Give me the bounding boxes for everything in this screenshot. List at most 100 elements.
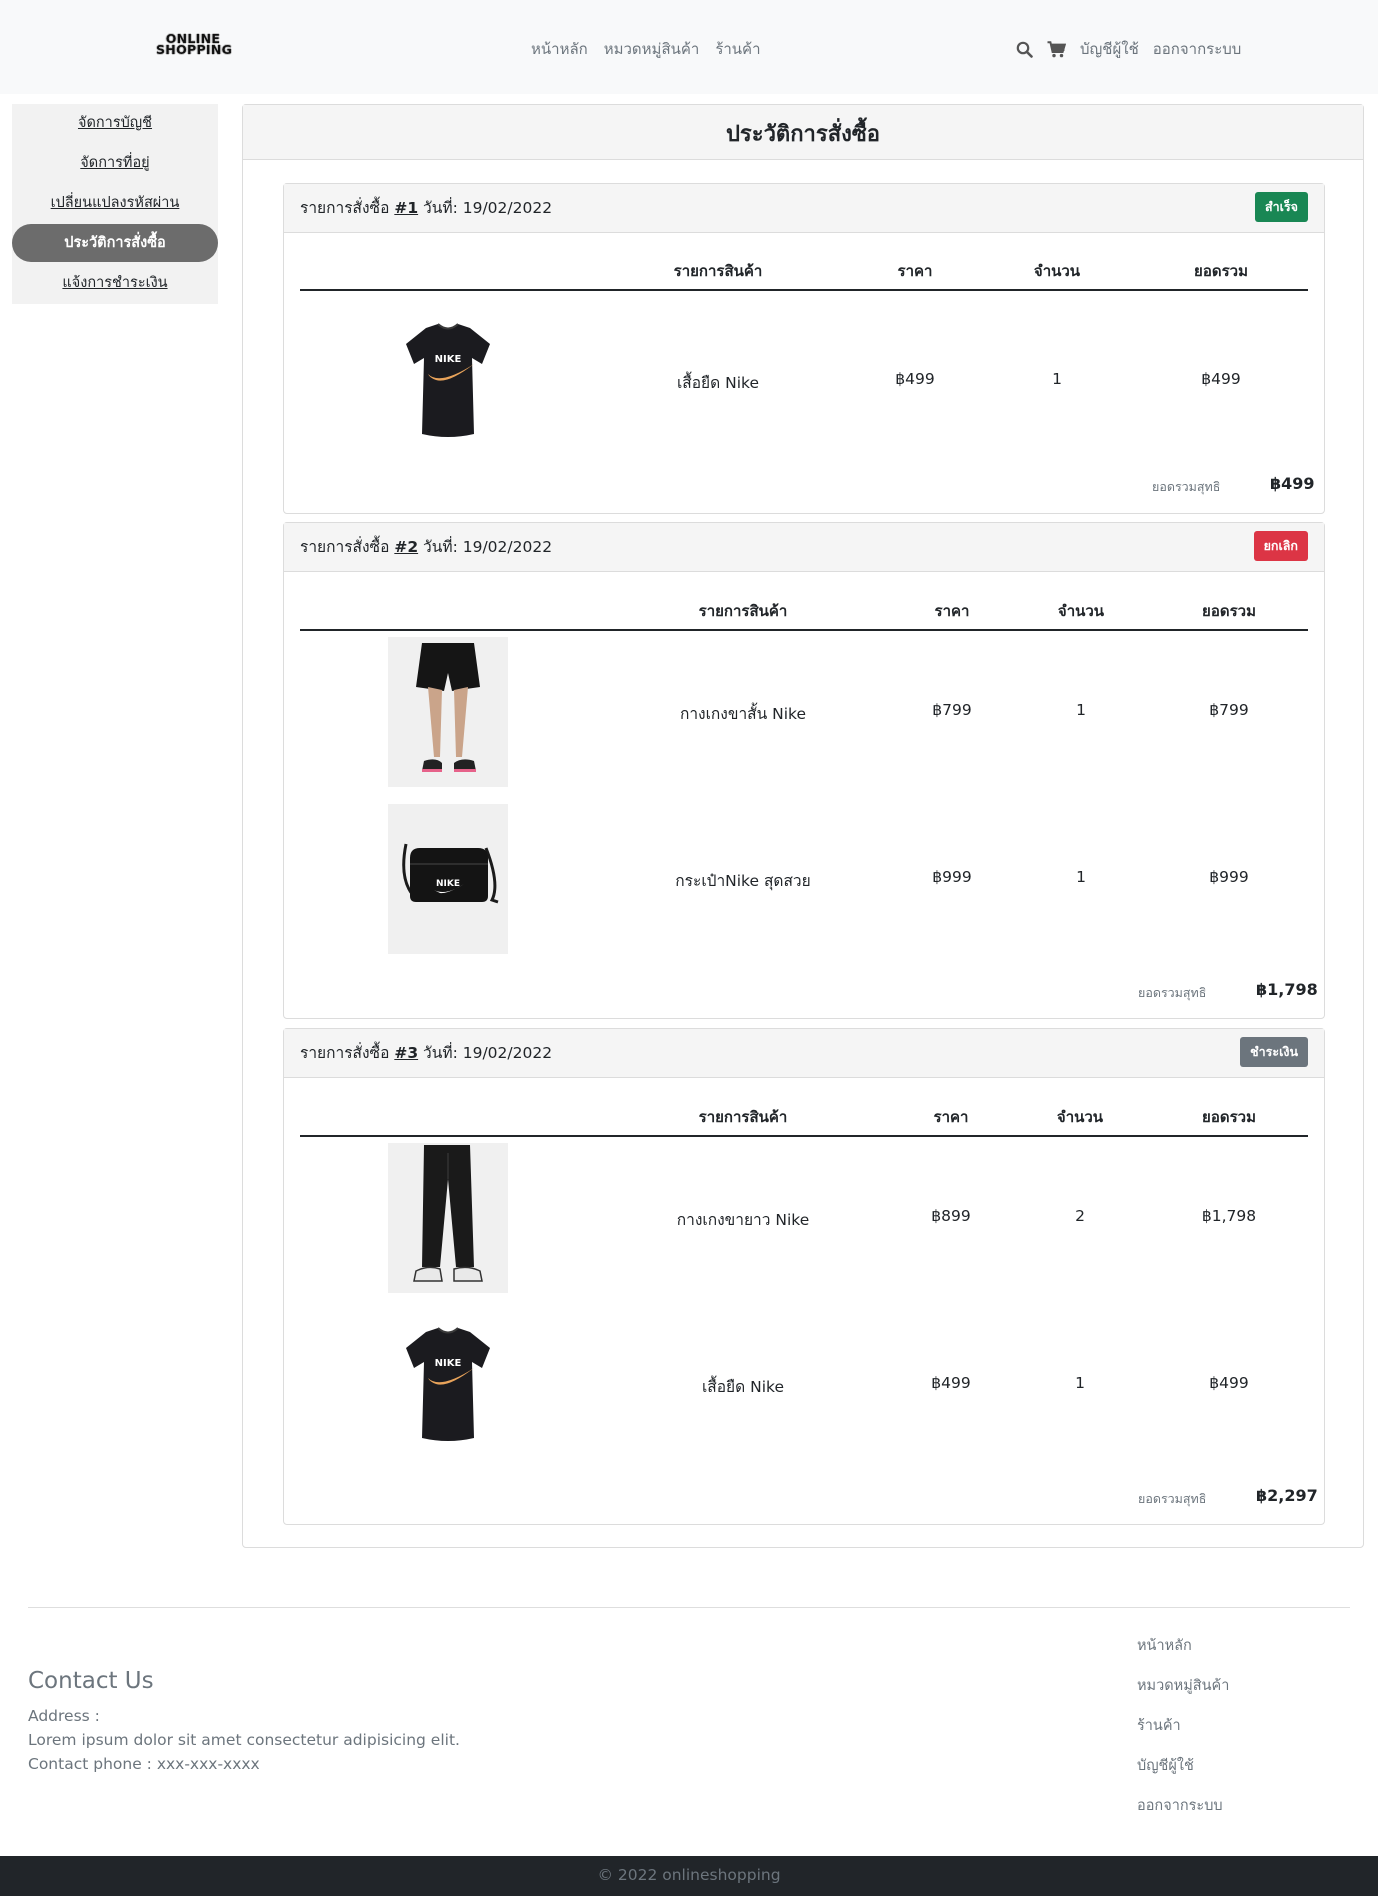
copyright-bar: © 2022 onlineshopping bbox=[0, 1856, 1378, 1896]
nav-account-link[interactable]: บัญชีผู้ใช้ bbox=[1080, 37, 1139, 61]
header-price: ราคา bbox=[897, 262, 933, 280]
navbar: ONLINE SHOPPING หน้าหลัก หมวดหมู่สินค้า … bbox=[0, 0, 1378, 94]
order-number-link[interactable]: #2 bbox=[394, 538, 418, 556]
nav-shop-link[interactable]: ร้านค้า bbox=[715, 37, 760, 61]
product-name: กระเป๋าNike สุดสวย bbox=[675, 872, 811, 890]
header-price: ราคา bbox=[933, 1108, 969, 1126]
header-qty: จำนวน bbox=[1057, 602, 1105, 620]
footer-shop-link[interactable]: ร้านค้า bbox=[1137, 1714, 1181, 1737]
header-product: รายการสินค้า bbox=[698, 602, 788, 620]
product-price: ฿499 bbox=[931, 1374, 971, 1392]
main-nav: หน้าหลัก หมวดหมู่สินค้า ร้านค้า bbox=[531, 37, 761, 61]
logo-line-2: SHOPPING bbox=[156, 42, 233, 57]
sidebar-item-order-history[interactable]: ประวัติการสั่งซื้อ bbox=[12, 224, 218, 262]
header-total: ยอดรวม bbox=[1194, 262, 1248, 280]
sidebar-item-payment-notice[interactable]: แจ้งการชำระเงิน bbox=[12, 264, 218, 302]
site-logo[interactable]: ONLINE SHOPPING bbox=[156, 32, 233, 59]
status-badge: ยกเลิก bbox=[1253, 531, 1308, 561]
order-date-label: วันที่: bbox=[423, 199, 458, 217]
user-nav: บัญชีผู้ใช้ ออกจากระบบ bbox=[1016, 37, 1241, 61]
order-card-1: รายการสั่งซื้อ #1 วันที่: 19/02/2022 สำเ… bbox=[283, 183, 1325, 514]
nav-home-link[interactable]: หน้าหลัก bbox=[531, 37, 588, 61]
bag-image: NIKE bbox=[388, 804, 508, 954]
cart-icon[interactable] bbox=[1047, 40, 1066, 58]
order-prefix: รายการสั่งซื้อ bbox=[300, 199, 390, 217]
product-total: ฿799 bbox=[1209, 701, 1249, 719]
product-name: เสื้อยืด Nike bbox=[676, 374, 760, 392]
grand-total-value: ฿499 bbox=[1270, 474, 1315, 493]
product-price: ฿899 bbox=[931, 1207, 971, 1225]
product-total: ฿999 bbox=[1209, 868, 1249, 886]
order-header: รายการสั่งซื้อ #3 วันที่: 19/02/2022 ชำร… bbox=[284, 1029, 1324, 1078]
order-number-link[interactable]: #1 bbox=[394, 199, 418, 217]
address-text: Lorem ipsum dolor sit amet consectetur a… bbox=[28, 1731, 460, 1749]
status-badge: ชำระเงิน bbox=[1240, 1037, 1308, 1067]
search-icon[interactable] bbox=[1016, 41, 1033, 58]
product-price: ฿499 bbox=[895, 370, 935, 388]
footer-categories-link[interactable]: หมวดหมู่สินค้า bbox=[1137, 1674, 1229, 1697]
product-qty: 1 bbox=[1076, 701, 1086, 719]
product-total: ฿1,798 bbox=[1201, 1207, 1257, 1225]
order-date-label: วันที่: bbox=[423, 538, 458, 556]
svg-text:NIKE: NIKE bbox=[435, 1358, 462, 1369]
order-card-2: รายการสั่งซื้อ #2 วันที่: 19/02/2022 ยกเ… bbox=[283, 522, 1325, 1019]
header-price: ราคา bbox=[934, 602, 970, 620]
sidebar-item-manage-account[interactable]: จัดการบัญชี bbox=[12, 104, 218, 142]
header-product: รายการสินค้า bbox=[673, 262, 763, 280]
table-row: NIKE เสื้อยืด Nike ฿499 1 ฿499 bbox=[300, 1310, 1308, 1460]
product-qty: 2 bbox=[1075, 1207, 1085, 1225]
grand-total-value: ฿2,297 bbox=[1256, 1486, 1318, 1505]
contact-title: Contact Us bbox=[28, 1668, 154, 1694]
table-row: NIKE กระเป๋าNike สุดสวย ฿999 1 ฿999 bbox=[300, 804, 1308, 954]
svg-text:NIKE: NIKE bbox=[435, 354, 462, 365]
table-header: รายการสินค้า ราคา จำนวน ยอดรวม bbox=[300, 249, 1308, 291]
footer-account-link[interactable]: บัญชีผู้ใช้ bbox=[1137, 1754, 1194, 1777]
product-total: ฿499 bbox=[1209, 1374, 1249, 1392]
footer-home-link[interactable]: หน้าหลัก bbox=[1137, 1634, 1192, 1657]
shorts-image bbox=[388, 637, 508, 787]
table-header: รายการสินค้า ราคา จำนวน ยอดรวม bbox=[300, 589, 1308, 631]
tshirt-image: NIKE bbox=[388, 1310, 508, 1460]
grand-total-label: ยอดรวมสุทธิ bbox=[1138, 1491, 1207, 1506]
product-name: กางเกงขาสั้น Nike bbox=[679, 705, 807, 723]
order-header: รายการสั่งซื้อ #1 วันที่: 19/02/2022 สำเ… bbox=[284, 184, 1324, 233]
order-card-3: รายการสั่งซื้อ #3 วันที่: 19/02/2022 ชำร… bbox=[283, 1028, 1325, 1525]
order-header: รายการสั่งซื้อ #2 วันที่: 19/02/2022 ยกเ… bbox=[284, 523, 1324, 572]
product-price: ฿799 bbox=[932, 701, 972, 719]
product-total: ฿499 bbox=[1201, 370, 1241, 388]
nav-logout-link[interactable]: ออกจากระบบ bbox=[1153, 37, 1242, 61]
product-price: ฿999 bbox=[932, 868, 972, 886]
order-prefix: รายการสั่งซื้อ bbox=[300, 1044, 390, 1062]
order-number-link[interactable]: #3 bbox=[394, 1044, 418, 1062]
svg-text:NIKE: NIKE bbox=[436, 879, 460, 889]
header-product: รายการสินค้า bbox=[698, 1108, 788, 1126]
order-date: 19/02/2022 bbox=[462, 199, 553, 217]
product-name: กางเกงขายาว Nike bbox=[676, 1211, 810, 1229]
tshirt-image: NIKE bbox=[388, 306, 508, 456]
grand-total-label: ยอดรวมสุทธิ bbox=[1152, 479, 1221, 494]
grand-total-value: ฿1,798 bbox=[1256, 980, 1318, 999]
order-title: รายการสั่งซื้อ #1 วันที่: 19/02/2022 bbox=[300, 195, 552, 220]
page-title: ประวัติการสั่งซื้อ bbox=[725, 122, 881, 147]
order-date: 19/02/2022 bbox=[462, 1044, 553, 1062]
footer-divider bbox=[28, 1607, 1350, 1608]
order-history-header: ประวัติการสั่งซื้อ bbox=[243, 105, 1363, 160]
table-row: กางเกงขาสั้น Nike ฿799 1 ฿799 bbox=[300, 637, 1308, 787]
order-title: รายการสั่งซื้อ #2 วันที่: 19/02/2022 bbox=[300, 534, 552, 559]
order-date-label: วันที่: bbox=[423, 1044, 458, 1062]
table-row: NIKE เสื้อยืด Nike ฿499 1 ฿499 bbox=[300, 306, 1308, 456]
grand-total-label: ยอดรวมสุทธิ bbox=[1138, 985, 1207, 1000]
sidebar-item-change-password[interactable]: เปลี่ยนแปลงรหัสผ่าน bbox=[12, 184, 218, 222]
order-date: 19/02/2022 bbox=[462, 538, 553, 556]
footer-logout-link[interactable]: ออกจากระบบ bbox=[1137, 1794, 1223, 1817]
nav-categories-link[interactable]: หมวดหมู่สินค้า bbox=[604, 37, 700, 61]
product-qty: 1 bbox=[1076, 868, 1086, 886]
header-total: ยอดรวม bbox=[1202, 1108, 1256, 1126]
sidebar-item-manage-address[interactable]: จัดการที่อยู่ bbox=[12, 144, 218, 182]
copyright-text: © 2022 onlineshopping bbox=[597, 1866, 781, 1884]
product-qty: 1 bbox=[1052, 370, 1062, 388]
header-qty: จำนวน bbox=[1033, 262, 1081, 280]
status-badge: สำเร็จ bbox=[1255, 192, 1308, 222]
account-sidebar: จัดการบัญชี จัดการที่อยู่ เปลี่ยนแปลงรหั… bbox=[12, 104, 218, 304]
product-name: เสื้อยืด Nike bbox=[701, 1378, 785, 1396]
